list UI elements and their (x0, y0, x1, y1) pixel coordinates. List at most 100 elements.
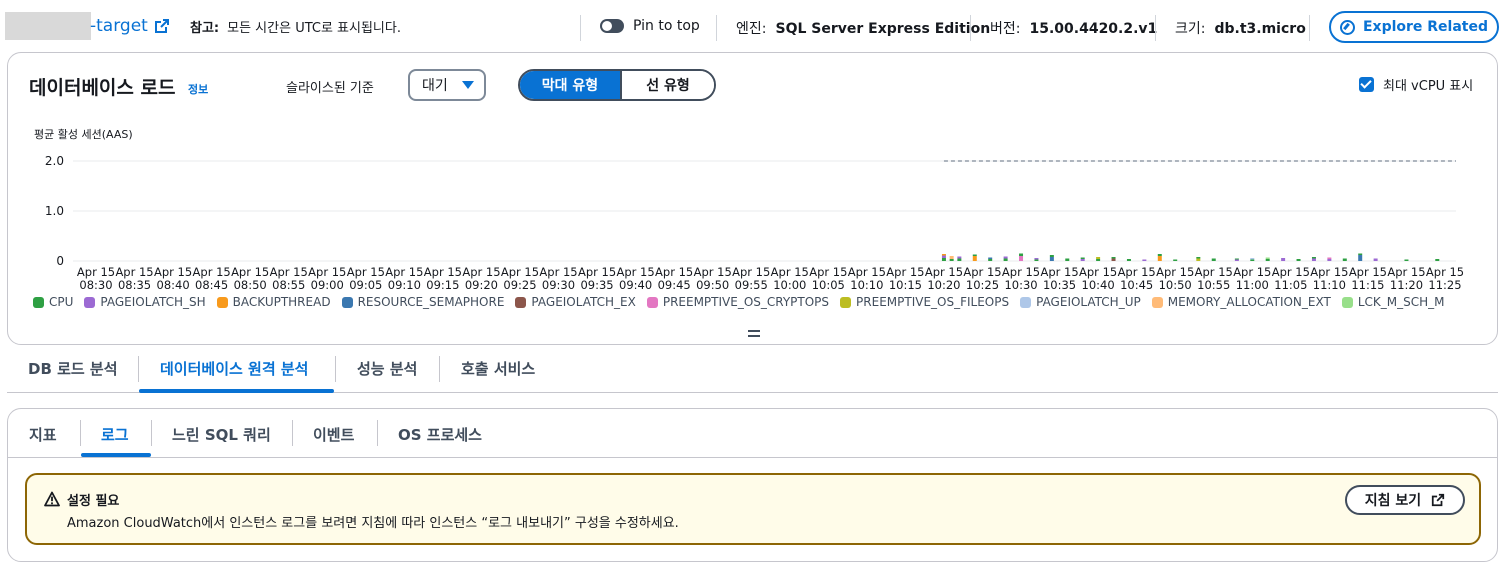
chart-legend: CPU PAGEIOLATCH_SH BACKUPTHREAD RESOURCE_SE… (33, 295, 1445, 309)
legend-label: PAGEIOLATCH_SH (100, 295, 206, 309)
version-info: 버전: 15.00.4420.2.v1 (990, 18, 1157, 38)
bar-segment (1142, 259, 1147, 261)
legend-item[interactable]: PREEMPTIVE_OS_FILEOPS (840, 295, 1009, 309)
bar-segment (941, 255, 946, 258)
legend-swatch (216, 296, 228, 308)
x-tick-time: 10:50 (1159, 278, 1192, 292)
x-tick-time: 10:25 (966, 278, 999, 292)
size-value: db.t3.micro (1214, 21, 1306, 37)
alert-title: 설정 필요 (67, 494, 120, 509)
active-tab-indicator (81, 453, 151, 457)
tab-logs[interactable]: 로그 (101, 424, 129, 445)
bar-segment (1080, 259, 1085, 261)
x-tick-time: 08:40 (157, 278, 190, 292)
x-tick-time: 08:30 (79, 278, 112, 292)
legend-swatch (1151, 296, 1163, 308)
pin-to-top-toggle[interactable]: Pin to top (600, 18, 700, 34)
legend-item[interactable]: CPU (33, 295, 73, 309)
x-tick-date: Apr 15 (1349, 265, 1387, 279)
bar-segment (1358, 255, 1363, 261)
bar-segment (988, 259, 993, 261)
tab-performance-analysis[interactable]: 성능 분석 (357, 358, 417, 379)
divider (377, 420, 378, 446)
view-instructions-button[interactable]: 지침 보기 (1345, 485, 1465, 515)
x-tick-date: Apr 15 (308, 265, 346, 279)
tab-metrics[interactable]: 지표 (29, 424, 57, 445)
x-tick-time: 09:00 (311, 278, 344, 292)
tab-os-processes[interactable]: OS 프로세스 (398, 424, 482, 445)
legend-label: PAGEIOLATCH_UP (1036, 295, 1141, 309)
instance-link-label[interactable]: -target (90, 16, 148, 36)
telemetry-panel: 지표 로그 느린 SQL 쿼리 이벤트 OS 프로세스 설정 필요 Amazon… (7, 408, 1498, 562)
x-tick-date: Apr 15 (1233, 265, 1271, 279)
tab-db-load-analysis[interactable]: DB 로드 분석 (28, 358, 118, 379)
bar-segment (1096, 257, 1101, 259)
legend-item[interactable]: PAGEIOLATCH_UP (1020, 295, 1141, 309)
timezone-note-label: 참고: (190, 21, 220, 36)
x-tick-time: 09:25 (503, 278, 536, 292)
bar-segment (1311, 257, 1316, 259)
x-tick-date: Apr 15 (1002, 265, 1040, 279)
bar-segment (1111, 258, 1116, 261)
x-tick-date: Apr 15 (655, 265, 693, 279)
tab-database-telemetry[interactable]: 데이터베이스 원격 분석 (160, 358, 308, 379)
x-tick-time: 08:55 (272, 278, 305, 292)
x-tick-date: Apr 15 (809, 265, 847, 279)
legend-swatch (84, 296, 96, 308)
toggle-switch-icon[interactable] (600, 19, 624, 33)
x-tick-date: Apr 15 (1195, 265, 1233, 279)
bar-segment (957, 258, 962, 261)
legend-item[interactable]: BACKUPTHREAD (216, 295, 331, 309)
bar-segment (1049, 255, 1054, 257)
x-tick-date: Apr 15 (231, 265, 269, 279)
external-link-icon (1432, 493, 1445, 507)
bar-segment (1342, 258, 1347, 261)
resize-handle-icon[interactable] (748, 330, 760, 340)
tab-events[interactable]: 이벤트 (313, 424, 354, 445)
x-tick-time: 09:55 (735, 278, 768, 292)
divider (580, 15, 581, 41)
bar-segment (1435, 259, 1440, 261)
bar-segment (941, 258, 946, 261)
x-tick-date: Apr 15 (1156, 265, 1194, 279)
x-tick-date: Apr 15 (1387, 265, 1425, 279)
db-load-chart: 평균 활성 세션(AAS)2.01.00Apr 1508:30Apr 1508:… (34, 127, 1464, 292)
bar-segment (1003, 258, 1008, 261)
x-tick-time: 11:25 (1428, 278, 1461, 292)
legend-item[interactable]: LCK_M_SCH_M (1341, 295, 1445, 309)
active-tab-indicator (139, 389, 334, 393)
legend-item[interactable]: RESOURCE_SEMAPHORE (341, 295, 504, 309)
bar-segment (1049, 257, 1054, 261)
version-key: 버전: (990, 21, 1021, 37)
bar-segment (949, 256, 954, 259)
legend-swatch (1020, 296, 1032, 308)
instance-link[interactable]: -target (90, 16, 170, 36)
timezone-note-text: 모든 시간은 UTC로 표시됩니다. (227, 21, 401, 36)
x-tick-date: Apr 15 (925, 265, 963, 279)
legend-swatch (341, 296, 353, 308)
x-tick-time: 09:10 (388, 278, 421, 292)
x-tick-date: Apr 15 (462, 265, 500, 279)
legend-label: PREEMPTIVE_OS_FILEOPS (856, 295, 1010, 309)
bar-segment (972, 256, 977, 261)
legend-label: MEMORY_ALLOCATION_EXT (1167, 295, 1331, 309)
legend-label: PREEMPTIVE_OS_CRYPTOPS (662, 295, 830, 309)
legend-item[interactable]: MEMORY_ALLOCATION_EXT (1151, 295, 1331, 309)
tab-calling-services[interactable]: 호출 서비스 (461, 358, 535, 379)
tab-slow-sql-queries[interactable]: 느린 SQL 쿼리 (172, 424, 271, 445)
alert-message: Amazon CloudWatch에서 인스턴스 로그를 보려면 지침에 따라 … (67, 516, 679, 531)
legend-item[interactable]: PREEMPTIVE_OS_CRYPTOPS (646, 295, 830, 309)
x-tick-time: 10:00 (773, 278, 806, 292)
timezone-note: 참고: 모든 시간은 UTC로 표시됩니다. (190, 17, 401, 36)
main-tabs: DB 로드 분석 데이터베이스 원격 분석 성능 분석 호출 서비스 (7, 348, 1498, 393)
x-tick-time: 09:50 (696, 278, 729, 292)
legend-item[interactable]: PAGEIOLATCH_SH (84, 295, 206, 309)
x-tick-time: 09:35 (580, 278, 613, 292)
explore-related-button[interactable]: Explore Related (1329, 11, 1499, 43)
external-link-icon (154, 19, 169, 33)
legend-item[interactable]: PAGEIOLATCH_EX (515, 295, 636, 309)
x-tick-date: Apr 15 (771, 265, 809, 279)
x-tick-date: Apr 15 (347, 265, 385, 279)
legend-swatch (515, 296, 527, 308)
divider (1309, 15, 1310, 41)
